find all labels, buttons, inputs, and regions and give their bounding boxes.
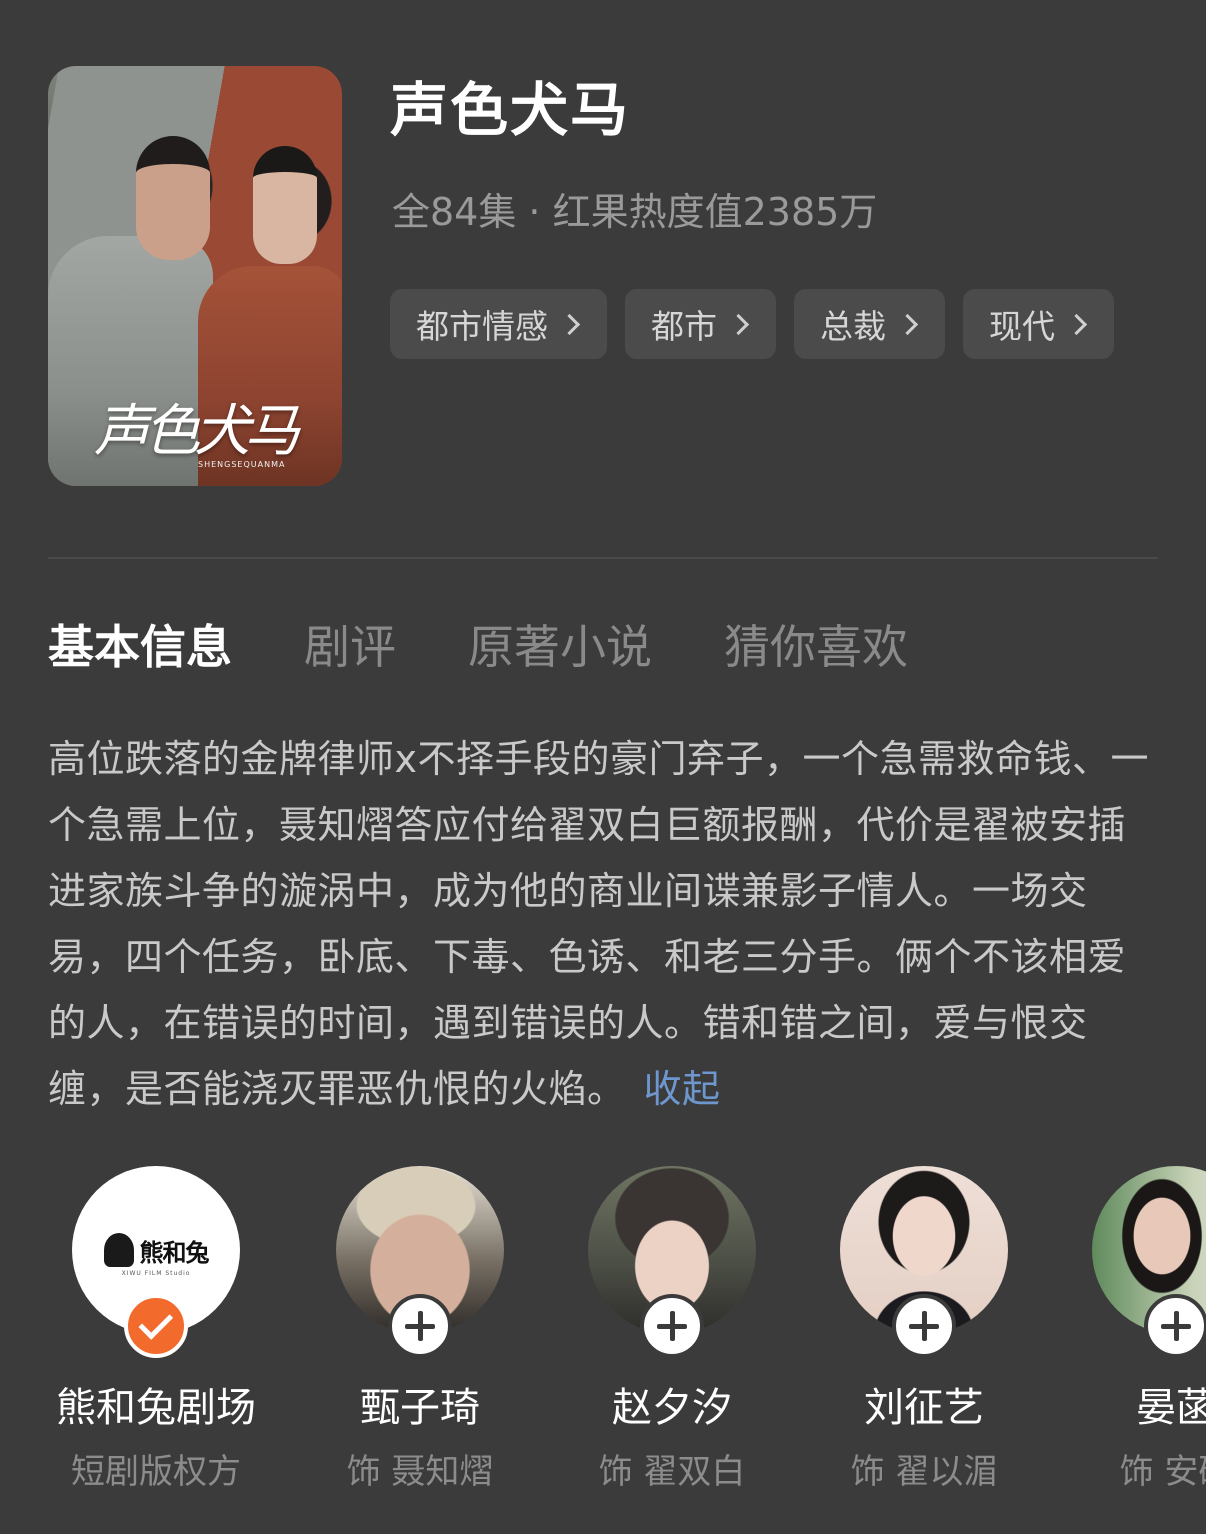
cast-item[interactable]: 刘征艺 饰 翟以湄 xyxy=(798,1160,1050,1496)
poster-subtitle: SHENGSEQUANMA xyxy=(198,460,286,469)
genre-tag[interactable]: 都市 xyxy=(625,289,776,359)
cast-role: 饰 翟以湄 xyxy=(850,1452,998,1492)
poster-title-art: 声色犬马 xyxy=(94,399,300,464)
chevron-right-icon xyxy=(896,313,919,335)
genre-tag[interactable]: 都市情感 xyxy=(390,289,607,359)
tab-original-novel[interactable]: 原著小说 xyxy=(468,616,652,678)
genre-tag-label: 都市情感 xyxy=(416,307,548,346)
genre-tag-label: 总裁 xyxy=(820,307,886,346)
follow-button[interactable] xyxy=(388,1294,452,1358)
tab-basic-info[interactable]: 基本信息 xyxy=(48,616,232,678)
studio-logo-text: 熊和兔 xyxy=(139,1238,210,1267)
section-divider xyxy=(48,557,1158,559)
cast-name: 晏菡 xyxy=(1136,1385,1206,1431)
follow-button[interactable] xyxy=(1144,1294,1206,1358)
cast-item[interactable]: 赵夕汐 饰 翟双白 xyxy=(546,1160,798,1496)
cast-list[interactable]: 熊和兔 XIWU FILM Studio 熊和兔剧场 短剧版权方 甄子琦 饰 聂… xyxy=(0,1160,1206,1534)
bear-logo-icon xyxy=(103,1233,134,1267)
poster-head-man xyxy=(136,136,210,260)
chevron-right-icon xyxy=(727,313,750,335)
plus-icon xyxy=(405,1311,435,1341)
cast-role: 饰 聂知熠 xyxy=(346,1452,494,1492)
synopsis: 高位跌落的金牌律师x不择手段的豪门弃子，一个急需救命钱、一个急需上位，聂知熠答应… xyxy=(48,726,1160,1122)
poster-head-woman xyxy=(253,146,317,264)
drama-poster[interactable]: 声色犬马 SHENGSEQUANMA xyxy=(48,66,342,486)
genre-tag[interactable]: 总裁 xyxy=(794,289,945,359)
plus-icon xyxy=(1161,1311,1191,1341)
tab-reviews[interactable]: 剧评 xyxy=(304,616,396,678)
cast-item[interactable]: 甄子琦 饰 聂知熠 xyxy=(294,1160,546,1496)
cast-name: 刘征艺 xyxy=(864,1385,984,1431)
check-icon xyxy=(137,1305,173,1340)
chevron-right-icon xyxy=(558,313,581,335)
drama-title: 声色犬马 xyxy=(390,76,631,144)
chevron-right-icon xyxy=(1065,313,1088,335)
cast-role: 饰 安硕 xyxy=(1119,1452,1206,1492)
plus-icon xyxy=(909,1311,939,1341)
cast-name: 甄子琦 xyxy=(360,1385,480,1431)
cast-item[interactable]: 晏菡 饰 安硕 xyxy=(1050,1160,1206,1496)
synopsis-text: 高位跌落的金牌律师x不择手段的豪门弃子，一个急需救命钱、一个急需上位，聂知熠答应… xyxy=(48,737,1149,1111)
follow-button[interactable] xyxy=(640,1294,704,1358)
plus-icon xyxy=(657,1311,687,1341)
cast-name: 赵夕汐 xyxy=(612,1385,732,1431)
tab-recommendations[interactable]: 猜你喜欢 xyxy=(724,616,908,678)
detail-tabs: 基本信息 剧评 原著小说 猜你喜欢 xyxy=(48,616,980,678)
studio-logo-subtext: XIWU FILM Studio xyxy=(121,1270,191,1277)
follow-button[interactable] xyxy=(892,1294,956,1358)
genre-tags: 都市情感 都市 总裁 现代 xyxy=(390,289,1114,359)
collapse-link[interactable]: 收起 xyxy=(644,1067,721,1111)
followed-badge[interactable] xyxy=(124,1294,188,1358)
drama-meta: 全84集 · 红果热度值2385万 xyxy=(392,190,878,234)
cast-item[interactable]: 熊和兔 XIWU FILM Studio 熊和兔剧场 短剧版权方 xyxy=(30,1160,282,1496)
cast-role: 短剧版权方 xyxy=(71,1452,241,1492)
genre-tag-label: 都市 xyxy=(651,307,717,346)
cast-name: 熊和兔剧场 xyxy=(56,1385,256,1431)
cast-role: 饰 翟双白 xyxy=(598,1452,746,1492)
genre-tag-label: 现代 xyxy=(989,307,1055,346)
genre-tag[interactable]: 现代 xyxy=(963,289,1114,359)
